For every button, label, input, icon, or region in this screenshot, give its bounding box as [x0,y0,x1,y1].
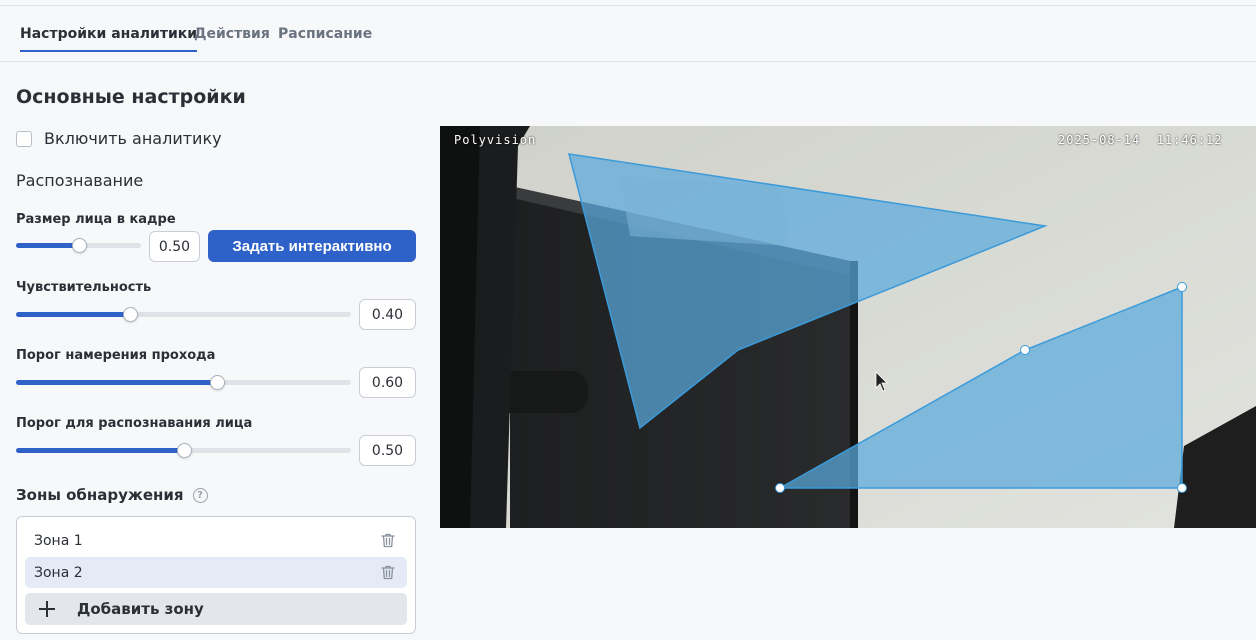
sensitivity-input[interactable]: 0.40 [359,299,416,330]
tab-schedule[interactable]: Расписание [278,26,372,42]
enable-analytics-checkbox[interactable] [16,130,32,147]
pass-intent-slider[interactable] [16,372,351,392]
section-title: Основные настройки [16,86,246,108]
slider-thumb[interactable] [176,443,192,458]
camera-view[interactable]: Polyvision 2025-08-14 11:46:12 [440,126,1256,528]
slider-fill [16,380,217,385]
zones-list: Зона 1 Зона 2 Добавить зону [16,516,416,634]
slider-thumb[interactable] [210,375,225,390]
recognition-title: Распознавание [16,171,144,190]
add-zone-label: Добавить зону [77,600,204,618]
camera-frame [440,126,1256,528]
face-threshold-input[interactable]: 0.50 [359,435,416,466]
pass-intent-label: Порог намерения прохода [16,348,216,363]
zones-header: Зоны обнаружения ? [16,486,208,504]
set-interactive-button[interactable]: Задать интерактивно [208,230,416,262]
face-threshold-slider[interactable] [16,440,351,460]
camera-brand: Polyvision [454,133,537,147]
zones-title: Зоны обнаружения [16,486,184,504]
help-icon[interactable]: ? [192,487,208,503]
zone-2-handle[interactable] [1177,282,1187,292]
slider-thumb[interactable] [122,307,138,322]
face-size-slider[interactable] [16,235,141,255]
zone-item-label: Зона 2 [34,564,83,581]
sensitivity-slider[interactable] [16,304,351,324]
slider-fill [16,243,79,248]
face-size-label: Размер лица в кадре [16,212,176,227]
enable-analytics-row[interactable]: Включить аналитику [16,129,222,148]
trash-icon[interactable] [381,533,395,548]
zone-item-label: Зона 1 [34,532,83,549]
face-threshold-label: Порог для распознавания лица [16,416,253,431]
slider-fill [16,448,184,453]
tab-analytics-settings[interactable]: Настройки аналитики [20,26,198,52]
zone-item-2[interactable]: Зона 2 [25,557,407,588]
face-size-input[interactable]: 0.50 [149,231,200,262]
zone-item-1[interactable]: Зона 1 [25,525,407,556]
zone-2-handle[interactable] [775,483,785,493]
add-zone-button[interactable]: Добавить зону [25,593,407,625]
zone-2-handle[interactable] [1177,483,1187,493]
camera-timestamp: 2025-08-14 11:46:12 [1058,133,1223,147]
enable-analytics-label: Включить аналитику [44,129,222,148]
zone-2-handle[interactable] [1020,345,1030,355]
pass-intent-input[interactable]: 0.60 [359,367,416,398]
slider-fill [16,312,130,317]
plus-icon [39,601,55,617]
trash-icon[interactable] [381,565,395,580]
slider-thumb[interactable] [71,238,87,253]
tab-bar: Настройки аналитики Действия Расписание [0,6,1256,62]
tab-actions[interactable]: Действия [194,26,270,42]
sensitivity-label: Чувствительность [16,280,152,295]
